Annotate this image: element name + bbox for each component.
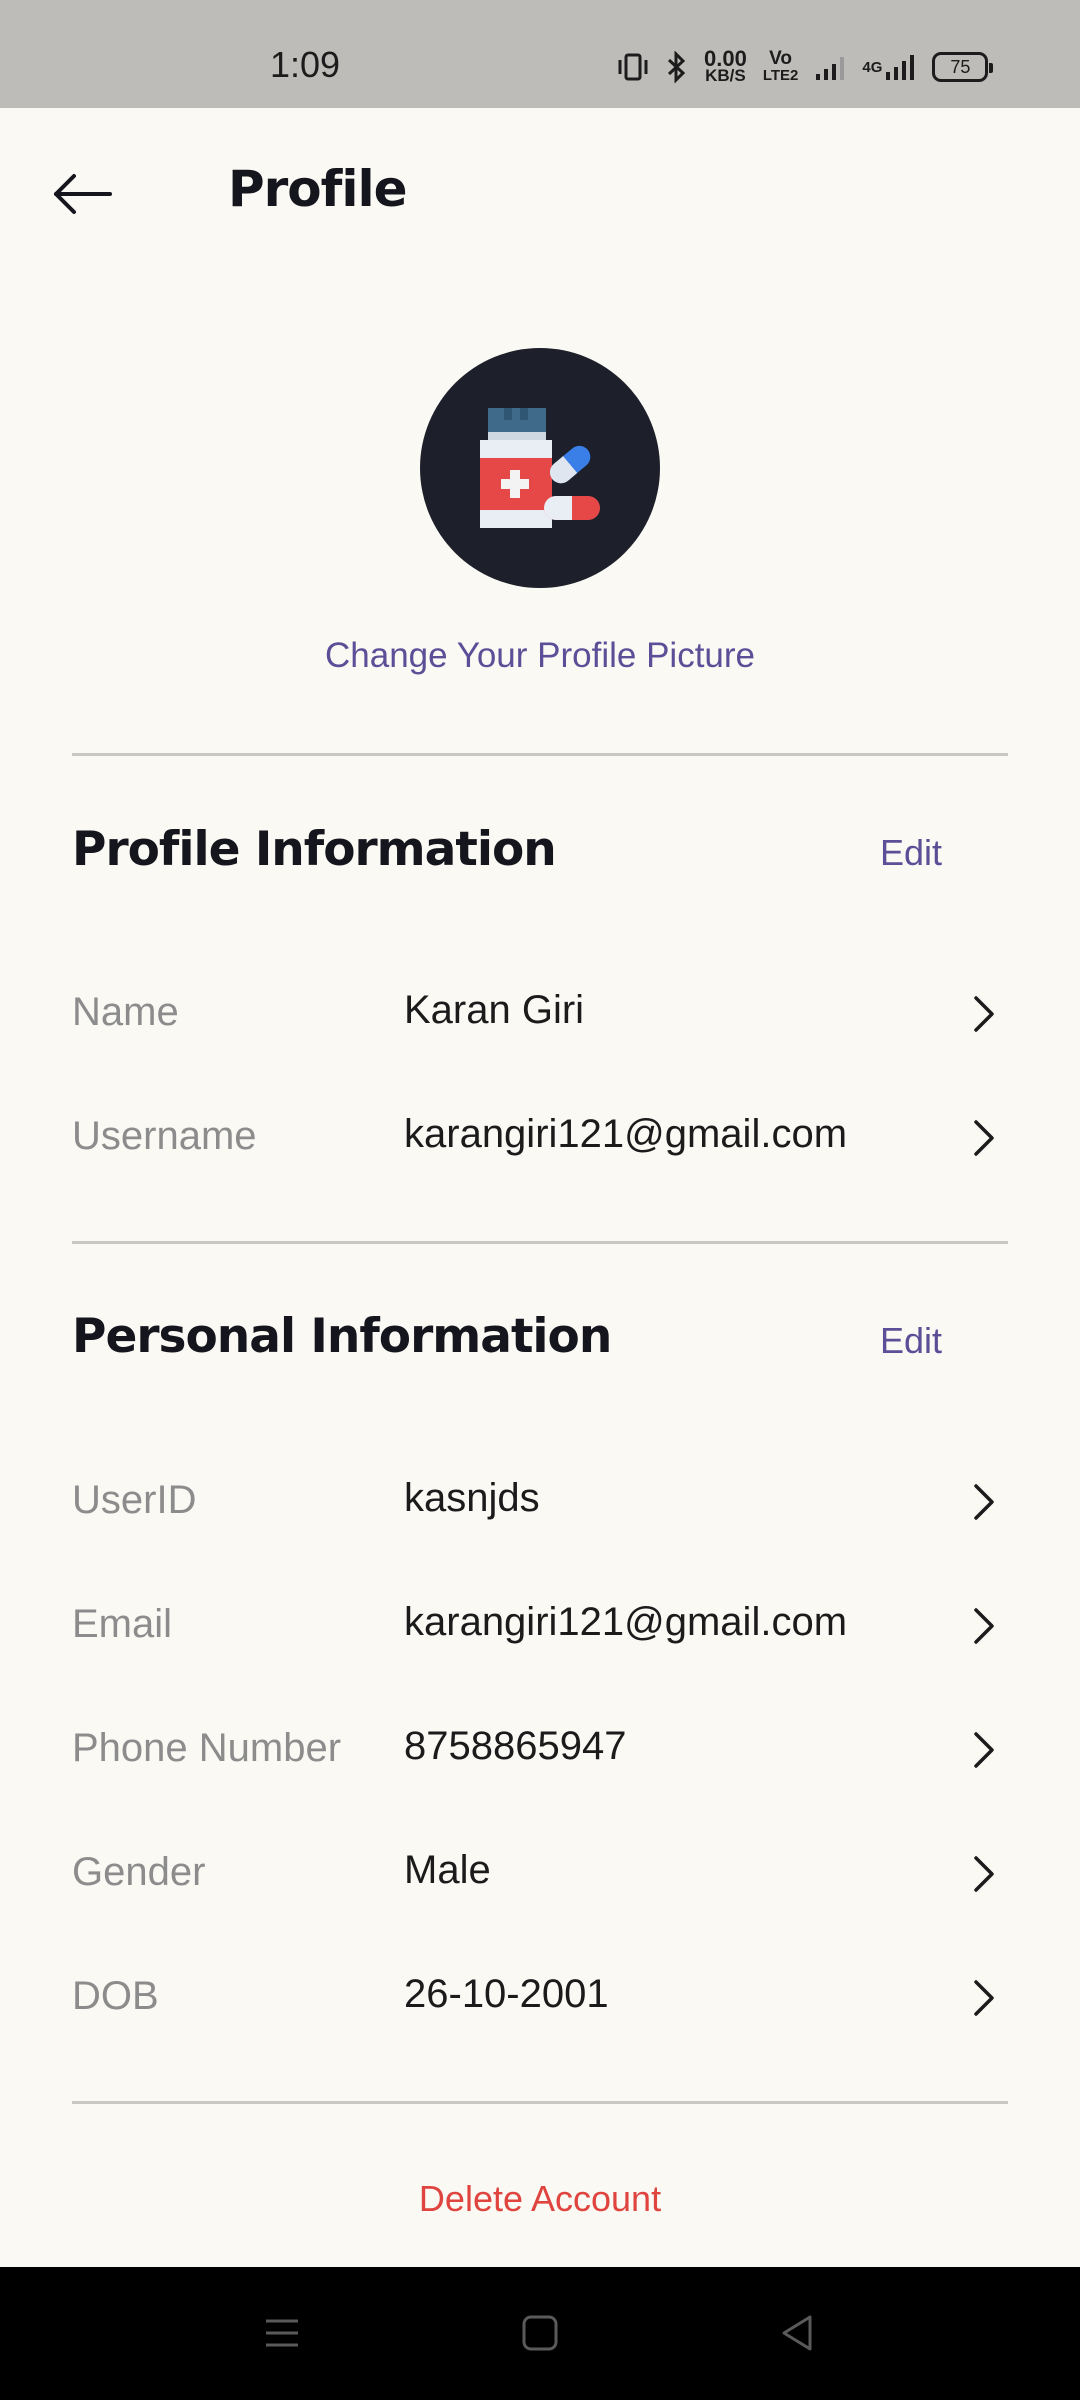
row-value: Male (404, 1848, 491, 1892)
menu-icon[interactable] (258, 2309, 306, 2357)
battery-icon: 75 (932, 52, 994, 82)
row-value: Karan Giri (404, 988, 585, 1032)
network-type: 4G (862, 58, 883, 76)
row-label: Phone Number (72, 1726, 342, 1770)
personal-edit-button[interactable]: Edit (880, 1320, 942, 1362)
row-label: UserID (72, 1478, 197, 1522)
profile-edit-button[interactable]: Edit (880, 832, 942, 874)
list-item-name[interactable]: Name Karan Giri (0, 962, 1080, 1062)
row-value: kasnjds (404, 1476, 540, 1520)
back-triangle-icon[interactable] (774, 2309, 822, 2357)
divider (72, 2101, 1008, 2104)
net-speed-value: 0.00 (704, 46, 747, 71)
signal-1-icon (814, 52, 846, 82)
divider (72, 1241, 1008, 1244)
status-bar: 1:09 0.00 KB/S Vo LTE2 4G 75 (0, 0, 1080, 108)
home-square-icon[interactable] (516, 2309, 564, 2357)
vibrate-icon (616, 52, 650, 82)
list-item-gender[interactable]: Gender Male (0, 1822, 1080, 1922)
profile-information-title: Profile Information (72, 822, 557, 877)
back-button[interactable] (48, 160, 120, 232)
row-value: 26-10-2001 (404, 1972, 609, 2016)
net-speed: 0.00 KB/S (704, 46, 747, 85)
row-value: karangiri121@gmail.com (404, 1112, 848, 1156)
list-item-username[interactable]: Username karangiri121@gmail.com (0, 1086, 1080, 1186)
divider (72, 753, 1008, 756)
net-speed-unit: KB/S (705, 66, 746, 85)
list-item-dob[interactable]: DOB 26-10-2001 (0, 1946, 1080, 2046)
chevron-right-icon (974, 1856, 994, 1892)
status-icons: 0.00 KB/S Vo LTE2 4G 75 (616, 44, 994, 90)
row-value: 8758865947 (404, 1724, 627, 1768)
list-item-email[interactable]: Email karangiri121@gmail.com (0, 1574, 1080, 1674)
row-label: Gender (72, 1850, 206, 1894)
list-item-phone-number[interactable]: Phone Number 8758865947 (0, 1698, 1080, 1798)
delete-account-button[interactable]: Delete Account (0, 2178, 1080, 2220)
row-label: Email (72, 1602, 173, 1646)
page-title: Profile (228, 160, 408, 218)
chevron-right-icon (974, 1980, 994, 2016)
chevron-right-icon (974, 1732, 994, 1768)
volte-indicator: Vo LTE2 (762, 48, 799, 84)
chevron-right-icon (974, 996, 994, 1032)
row-label: Name (72, 990, 179, 1034)
avatar[interactable] (420, 348, 660, 588)
personal-information-title: Personal Information (72, 1309, 612, 1364)
change-profile-picture-link[interactable]: Change Your Profile Picture (0, 636, 1080, 676)
status-time: 1:09 (270, 44, 341, 85)
chevron-right-icon (974, 1608, 994, 1644)
chevron-right-icon (974, 1484, 994, 1520)
arrow-left-icon (54, 174, 112, 214)
volte-line2: LTE2 (762, 67, 799, 84)
chevron-right-icon (974, 1120, 994, 1156)
list-item-userid[interactable]: UserID kasnjds (0, 1450, 1080, 1550)
row-label: DOB (72, 1974, 159, 2018)
row-label: Username (72, 1114, 257, 1158)
signal-2-icon: 4G (862, 52, 916, 82)
row-value: karangiri121@gmail.com (404, 1600, 848, 1644)
bluetooth-icon (666, 51, 688, 83)
volte-line1: Vo (769, 48, 793, 69)
medicine-bottle-pills-icon (480, 408, 600, 528)
navigation-bar (0, 2267, 1080, 2400)
